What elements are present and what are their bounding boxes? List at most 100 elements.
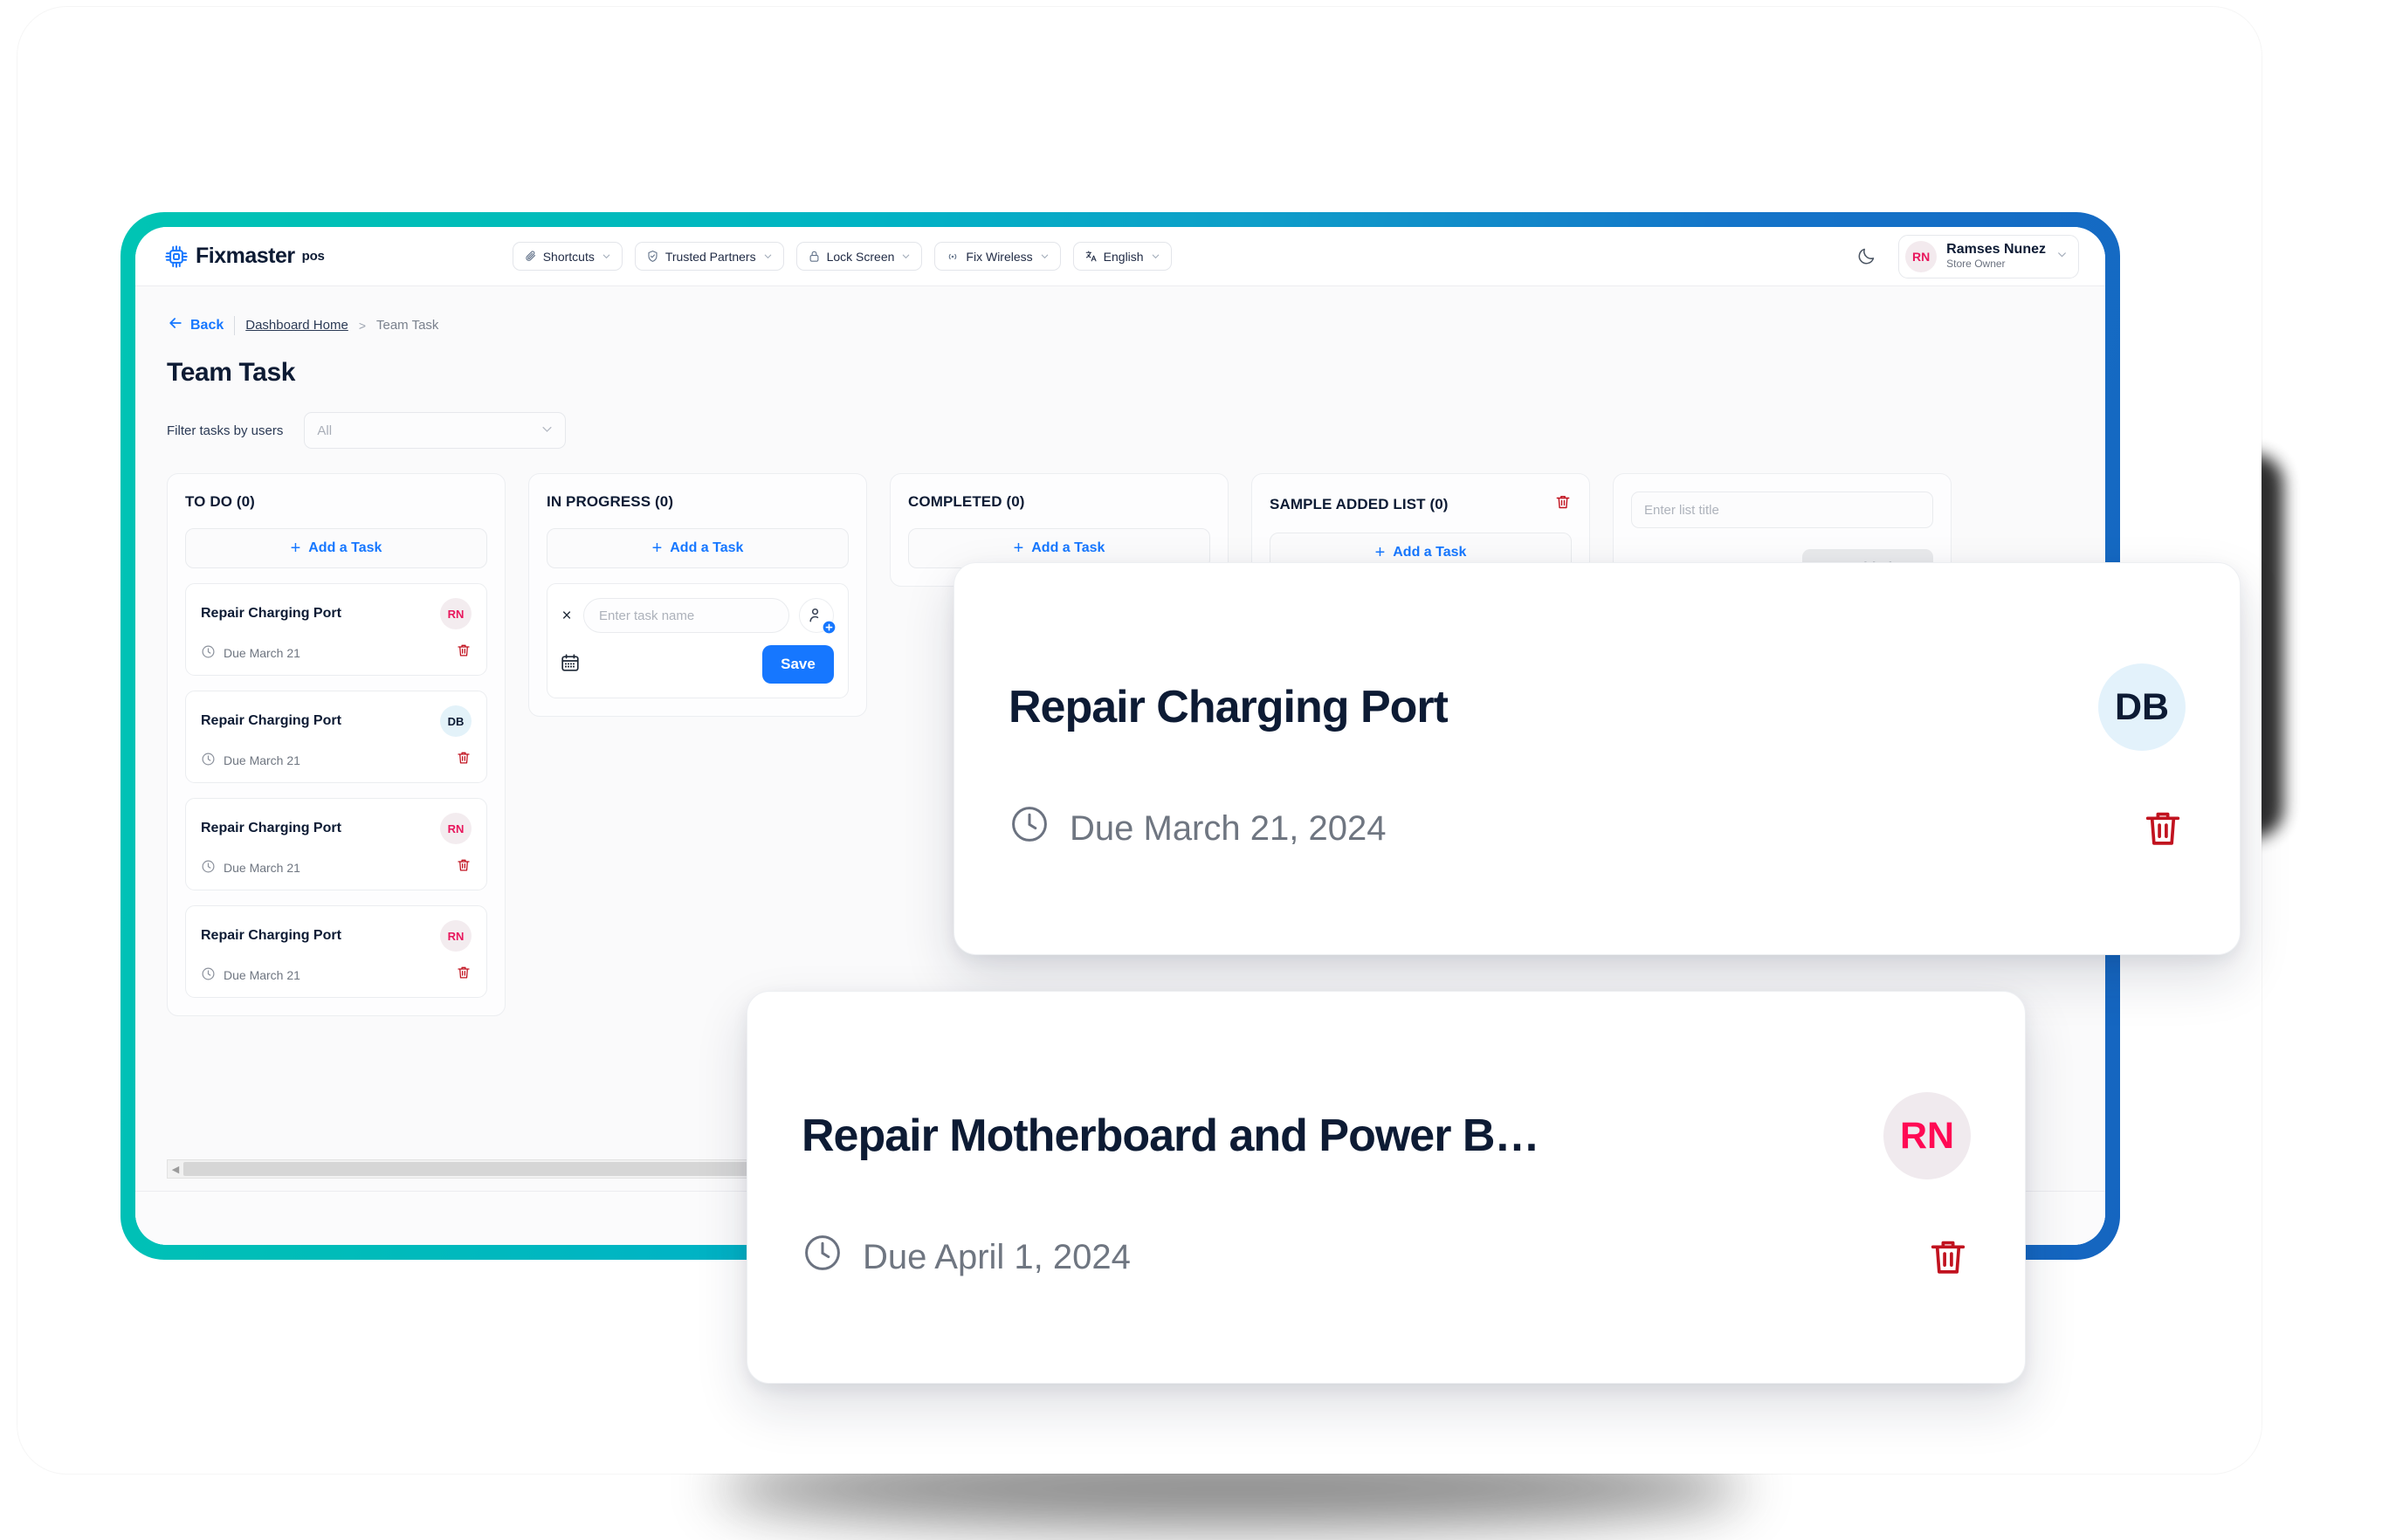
task-due: Due March 21 [201, 859, 300, 877]
task-due-label: Due March 21 [224, 753, 300, 767]
list-title-input[interactable]: Enter list title [1631, 492, 1933, 528]
back-button[interactable]: Back [167, 314, 224, 336]
screenshot-stage: Fixmaster pos Shortcuts Trusted Partners… [0, 0, 2389, 1540]
board-column-in-progress: IN PROGRESS (0) + Add a Task × Enter tas… [528, 473, 867, 717]
back-label: Back [190, 317, 224, 333]
clock-icon [201, 966, 216, 984]
clock-icon [201, 752, 216, 769]
nav-pill-fix-wireless[interactable]: Fix Wireless [934, 242, 1061, 271]
user-menu[interactable]: RN Ramses Nunez Store Owner [1898, 234, 2079, 278]
column-header: SAMPLE ADDED LIST (0) [1270, 493, 1572, 515]
column-title: TO DO (0) [185, 493, 255, 510]
breadcrumb-separator: > [358, 318, 366, 333]
cpu-chip-icon [163, 244, 189, 270]
translate-icon [1084, 250, 1098, 263]
column-header: IN PROGRESS (0) [547, 493, 849, 511]
task-name-input[interactable]: Enter task name [583, 598, 789, 633]
board-column-to-do: TO DO (0) + Add a Task Repair Charging P… [167, 473, 506, 1016]
add-task-label: Add a Task [308, 540, 382, 555]
moon-icon[interactable] [1853, 244, 1879, 270]
task-card-top: Repair Charging Port DB [201, 705, 472, 737]
trash-icon[interactable] [456, 857, 472, 877]
avatar: DB [2098, 663, 2186, 751]
trash-icon[interactable] [1925, 1234, 1971, 1280]
nav-pill-shortcuts[interactable]: Shortcuts [512, 242, 623, 271]
task-card-top: Repair Charging Port RN [201, 813, 472, 844]
filter-label: Filter tasks by users [167, 423, 284, 438]
new-task-row-name: × Enter task name [560, 598, 836, 634]
filter-users-select[interactable]: All [304, 412, 567, 449]
save-button[interactable]: Save [762, 645, 834, 684]
popup-footer: Due March 21, 2024 [1009, 803, 2186, 854]
add-task-button[interactable]: + Add a Task [547, 528, 849, 568]
nav-pill-label: English [1103, 249, 1144, 264]
task-detail-popup-motherboard[interactable]: Repair Motherboard and Power B… RN Due A… [747, 991, 2026, 1384]
brand-name: Fixmaster [196, 244, 295, 268]
column-header: COMPLETED (0) [908, 493, 1210, 511]
scroll-left-icon[interactable]: ◀ [168, 1164, 183, 1175]
wireless-icon [946, 250, 960, 264]
trash-icon[interactable] [456, 965, 472, 985]
trash-icon[interactable] [2140, 806, 2186, 851]
task-card-bottom: Due March 21 [201, 750, 472, 770]
avatar: RN [1883, 1092, 1971, 1179]
popup-due: Due March 21, 2024 [1009, 803, 1386, 854]
popup-task-title: Repair Motherboard and Power B… [802, 1110, 1539, 1161]
column-title: IN PROGRESS (0) [547, 493, 674, 510]
task-card-top: Repair Charging Port RN [201, 920, 472, 952]
new-task-row-actions: Save [560, 645, 834, 684]
chevron-down-icon [540, 423, 554, 439]
top-bar: Fixmaster pos Shortcuts Trusted Partners… [135, 227, 2105, 286]
chevron-down-icon [2056, 249, 2068, 265]
user-add-icon[interactable] [799, 598, 836, 634]
task-card[interactable]: Repair Charging Port RN Due March 21 [185, 798, 487, 890]
avatar: RN [440, 813, 472, 844]
popup-due: Due April 1, 2024 [802, 1232, 1131, 1282]
filter-value: All [317, 423, 333, 438]
close-icon[interactable]: × [560, 608, 574, 624]
avatar: RN [1905, 240, 1938, 272]
avatar: DB [440, 705, 472, 737]
plus-icon: + [290, 539, 301, 558]
task-due-label: Due March 21 [224, 860, 300, 875]
task-card[interactable]: Repair Charging Port RN Due March 21 [185, 905, 487, 998]
breadcrumb-dashboard-home[interactable]: Dashboard Home [245, 318, 348, 333]
lock-icon [808, 250, 821, 263]
page-title: Team Task [167, 358, 296, 387]
brand-logo[interactable]: Fixmaster pos [163, 244, 325, 270]
nav-pill-label: Lock Screen [826, 249, 895, 264]
filter-row: Filter tasks by users All [167, 412, 2105, 449]
task-name: Repair Charging Port [201, 606, 341, 621]
avatar: RN [440, 598, 472, 629]
task-name: Repair Charging Port [201, 928, 341, 943]
task-name: Repair Charging Port [201, 713, 341, 728]
task-due: Due March 21 [201, 644, 300, 662]
trash-icon[interactable] [456, 750, 472, 770]
clock-icon [1009, 803, 1050, 854]
nav-pill-lock-screen[interactable]: Lock Screen [795, 242, 923, 271]
delete-list-icon[interactable] [1554, 493, 1572, 515]
task-card[interactable]: Repair Charging Port RN Due March 21 [185, 583, 487, 676]
paperclip-icon [524, 250, 537, 263]
popup-task-title: Repair Charging Port [1009, 682, 1448, 732]
popup-due-label: Due April 1, 2024 [863, 1237, 1131, 1276]
add-task-button[interactable]: + Add a Task [185, 528, 487, 568]
nav-pill-english[interactable]: English [1072, 242, 1172, 271]
nav-pill-trusted-partners[interactable]: Trusted Partners [634, 242, 784, 271]
plus-icon: + [1013, 539, 1024, 558]
task-card-bottom: Due March 21 [201, 965, 472, 985]
task-card[interactable]: Repair Charging Port DB Due March 21 [185, 691, 487, 783]
calendar-icon[interactable] [560, 652, 581, 677]
popup-header: Repair Motherboard and Power B… RN [802, 1092, 1971, 1179]
task-detail-popup-charging-port[interactable]: Repair Charging Port DB Due March 21, 20… [954, 562, 2241, 955]
task-due-label: Due March 21 [224, 645, 300, 660]
chevron-down-icon [1151, 251, 1160, 261]
arrow-left-icon [167, 314, 184, 336]
user-role: Store Owner [1946, 257, 2006, 270]
plus-icon: + [651, 539, 663, 558]
trash-icon[interactable] [456, 643, 472, 663]
clock-icon [201, 859, 216, 877]
chevron-down-icon [602, 251, 611, 261]
add-task-label: Add a Task [1393, 545, 1467, 560]
brand-suffix: pos [301, 249, 325, 264]
